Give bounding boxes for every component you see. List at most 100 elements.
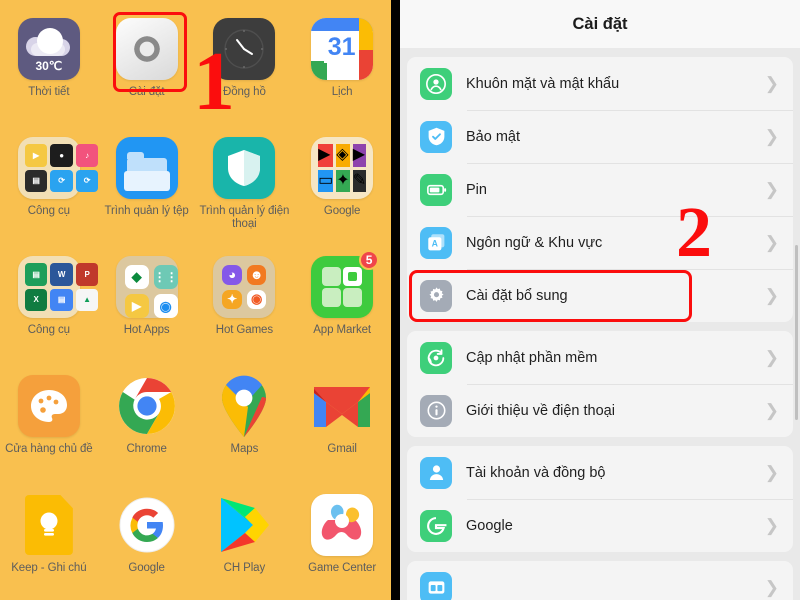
app-label: Đồng hồ <box>222 86 266 98</box>
maps-icon <box>213 375 275 437</box>
app-google[interactable]: Google <box>98 486 196 599</box>
settings-group-1: Khuôn mặt và mật khẩu ❯ Bảo mật ❯ Pin ❯ <box>407 57 793 322</box>
settings-item-face-password[interactable]: Khuôn mặt và mật khẩu ❯ <box>407 57 793 110</box>
scrollbar-thumb[interactable] <box>795 245 798 420</box>
calendar-day: 31 <box>327 33 356 61</box>
settings-item-label: Cập nhật phần mềm <box>466 349 598 366</box>
google-folder-icon: ▶ ◈ ▶ ▭ ✦ ✎ <box>311 137 374 199</box>
app-label: Maps <box>230 443 259 455</box>
app-maps[interactable]: Maps <box>196 367 294 480</box>
settings-item-label: Ngôn ngữ & Khu vực <box>466 234 603 251</box>
office-folder-icon: ▤ W P X ▤ ▲ <box>17 256 99 318</box>
app-label: Công cụ <box>27 205 70 217</box>
svg-text:A: A <box>431 239 438 249</box>
app-chrome[interactable]: Chrome <box>98 367 196 480</box>
file-manager-icon <box>115 137 178 199</box>
app-label: Keep - Ghi chú <box>11 562 87 574</box>
settings-item-language-region[interactable]: A Ngôn ngữ & Khu vực ❯ <box>407 216 793 269</box>
app-market-icon: 5 <box>311 250 380 318</box>
face-password-icon <box>420 67 452 100</box>
app-label: App Market <box>313 324 372 336</box>
gear-icon <box>115 18 178 80</box>
settings-item-label: Cài đặt bổ sung <box>466 287 568 304</box>
page-title: Cài đặt <box>400 0 800 48</box>
google-icon <box>116 494 178 556</box>
account-sync-icon <box>420 456 452 489</box>
chevron-right-icon: ❯ <box>764 401 779 420</box>
app-label: Chrome <box>126 443 167 455</box>
app-game-center[interactable]: Game Center <box>293 486 391 599</box>
chevron-right-icon: ❯ <box>764 578 779 597</box>
keep-icon <box>18 494 80 556</box>
settings-item-label: Bảo mật <box>466 128 520 145</box>
app-hot-apps-folder[interactable]: ◆ ⋮⋮ ▶ ◉ Hot Apps <box>98 248 196 361</box>
settings-item-label: Tài khoản và đồng bộ <box>466 464 606 481</box>
app-calendar[interactable]: 31 Lịch <box>293 10 391 123</box>
theme-store-icon <box>17 375 80 437</box>
app-label: Lịch <box>331 86 353 98</box>
chevron-right-icon: ❯ <box>764 233 779 252</box>
settings-item-software-update[interactable]: Cập nhật phần mềm ❯ <box>407 331 793 384</box>
app-play-store[interactable]: CH Play <box>196 486 294 599</box>
google-g-icon <box>420 509 452 542</box>
app-gmail[interactable]: Gmail <box>293 367 391 480</box>
app-clock[interactable]: Đồng hồ <box>196 10 294 123</box>
weather-icon: 30℃ <box>17 18 80 80</box>
home-app-grid: 30℃ Thời tiết Cài đặt Đồng hồ 31 Lịch ▶ … <box>0 10 391 600</box>
chevron-right-icon: ❯ <box>764 127 779 146</box>
app-label: CH Play <box>223 562 266 574</box>
settings-group-2: Cập nhật phần mềm ❯ Giới thiệu về điện t… <box>407 331 793 437</box>
hot-apps-folder-icon: ◆ ⋮⋮ ▶ ◉ <box>115 256 178 318</box>
settings-item-battery[interactable]: Pin ❯ <box>407 163 793 216</box>
app-file-manager[interactable]: Trình quản lý tệp <box>98 129 196 242</box>
settings-item-label: Google <box>466 517 513 534</box>
settings-item-apps-manage[interactable]: ❯ <box>407 561 793 600</box>
about-phone-info-icon <box>420 394 452 427</box>
settings-item-about-phone[interactable]: Giới thiệu về điện thoại ❯ <box>407 384 793 437</box>
battery-icon <box>420 173 452 206</box>
chevron-right-icon: ❯ <box>764 286 779 305</box>
settings-item-label: Khuôn mặt và mật khẩu <box>466 75 620 92</box>
gmail-icon <box>311 375 373 437</box>
home-screen: 30℃ Thời tiết Cài đặt Đồng hồ 31 Lịch ▶ … <box>0 0 391 600</box>
settings-item-google[interactable]: Google ❯ <box>407 499 793 552</box>
app-market[interactable]: 5 App Market <box>293 248 391 361</box>
chevron-right-icon: ❯ <box>764 180 779 199</box>
app-hot-games-folder[interactable]: ◕ ☻ ✦ ◉ Hot Games <box>196 248 294 361</box>
settings-item-label: Pin <box>466 181 487 198</box>
security-shield-icon <box>420 120 452 153</box>
app-theme-store[interactable]: Cửa hàng chủ đề <box>0 367 98 480</box>
app-settings[interactable]: Cài đặt <box>98 10 196 123</box>
settings-item-additional-settings[interactable]: Cài đặt bổ sung ❯ <box>407 269 793 322</box>
app-label: Gmail <box>327 443 357 455</box>
app-phone-manager[interactable]: Trình quản lý điện thoại <box>196 129 294 242</box>
app-label: Google <box>323 205 361 217</box>
panel-divider <box>391 0 400 600</box>
app-google-folder[interactable]: ▶ ◈ ▶ ▭ ✦ ✎ Google <box>293 129 391 242</box>
clock-icon <box>213 18 276 80</box>
game-center-icon <box>311 494 374 556</box>
chrome-icon <box>116 375 178 437</box>
settings-screen: Cài đặt Khuôn mặt và mật khẩu ❯ Bảo mật … <box>400 0 800 600</box>
weather-temperature: 30℃ <box>35 59 63 73</box>
hot-games-folder-icon: ◕ ☻ ✦ ◉ <box>213 256 276 318</box>
app-weather[interactable]: 30℃ Thời tiết <box>0 10 98 123</box>
app-label: Cửa hàng chủ đề <box>5 443 93 455</box>
app-tools-folder[interactable]: ▶ ● ♪ ▤ ⟳ ⟳ Công cụ <box>0 129 99 242</box>
app-keep[interactable]: Keep - Ghi chú <box>0 486 98 599</box>
app-office-folder[interactable]: ▤ W P X ▤ ▲ Công cụ <box>0 248 99 361</box>
apps-manage-icon <box>420 571 452 600</box>
language-region-icon: A <box>420 226 452 259</box>
shield-icon <box>213 137 276 199</box>
settings-group-3: Tài khoản và đồng bộ ❯ Google ❯ <box>407 446 793 552</box>
notification-badge: 5 <box>359 250 380 270</box>
folder-icon: ▶ ● ♪ ▤ ⟳ ⟳ <box>17 137 99 199</box>
settings-item-account-sync[interactable]: Tài khoản và đồng bộ ❯ <box>407 446 793 499</box>
settings-item-label: Giới thiệu về điện thoại <box>466 402 615 419</box>
settings-item-security[interactable]: Bảo mật ❯ <box>407 110 793 163</box>
chevron-right-icon: ❯ <box>764 74 779 93</box>
app-label: Trình quản lý điện thoại <box>199 205 290 230</box>
app-label: Game Center <box>308 562 377 574</box>
app-label: Hot Games <box>215 324 273 336</box>
additional-settings-gear-icon <box>420 279 452 312</box>
